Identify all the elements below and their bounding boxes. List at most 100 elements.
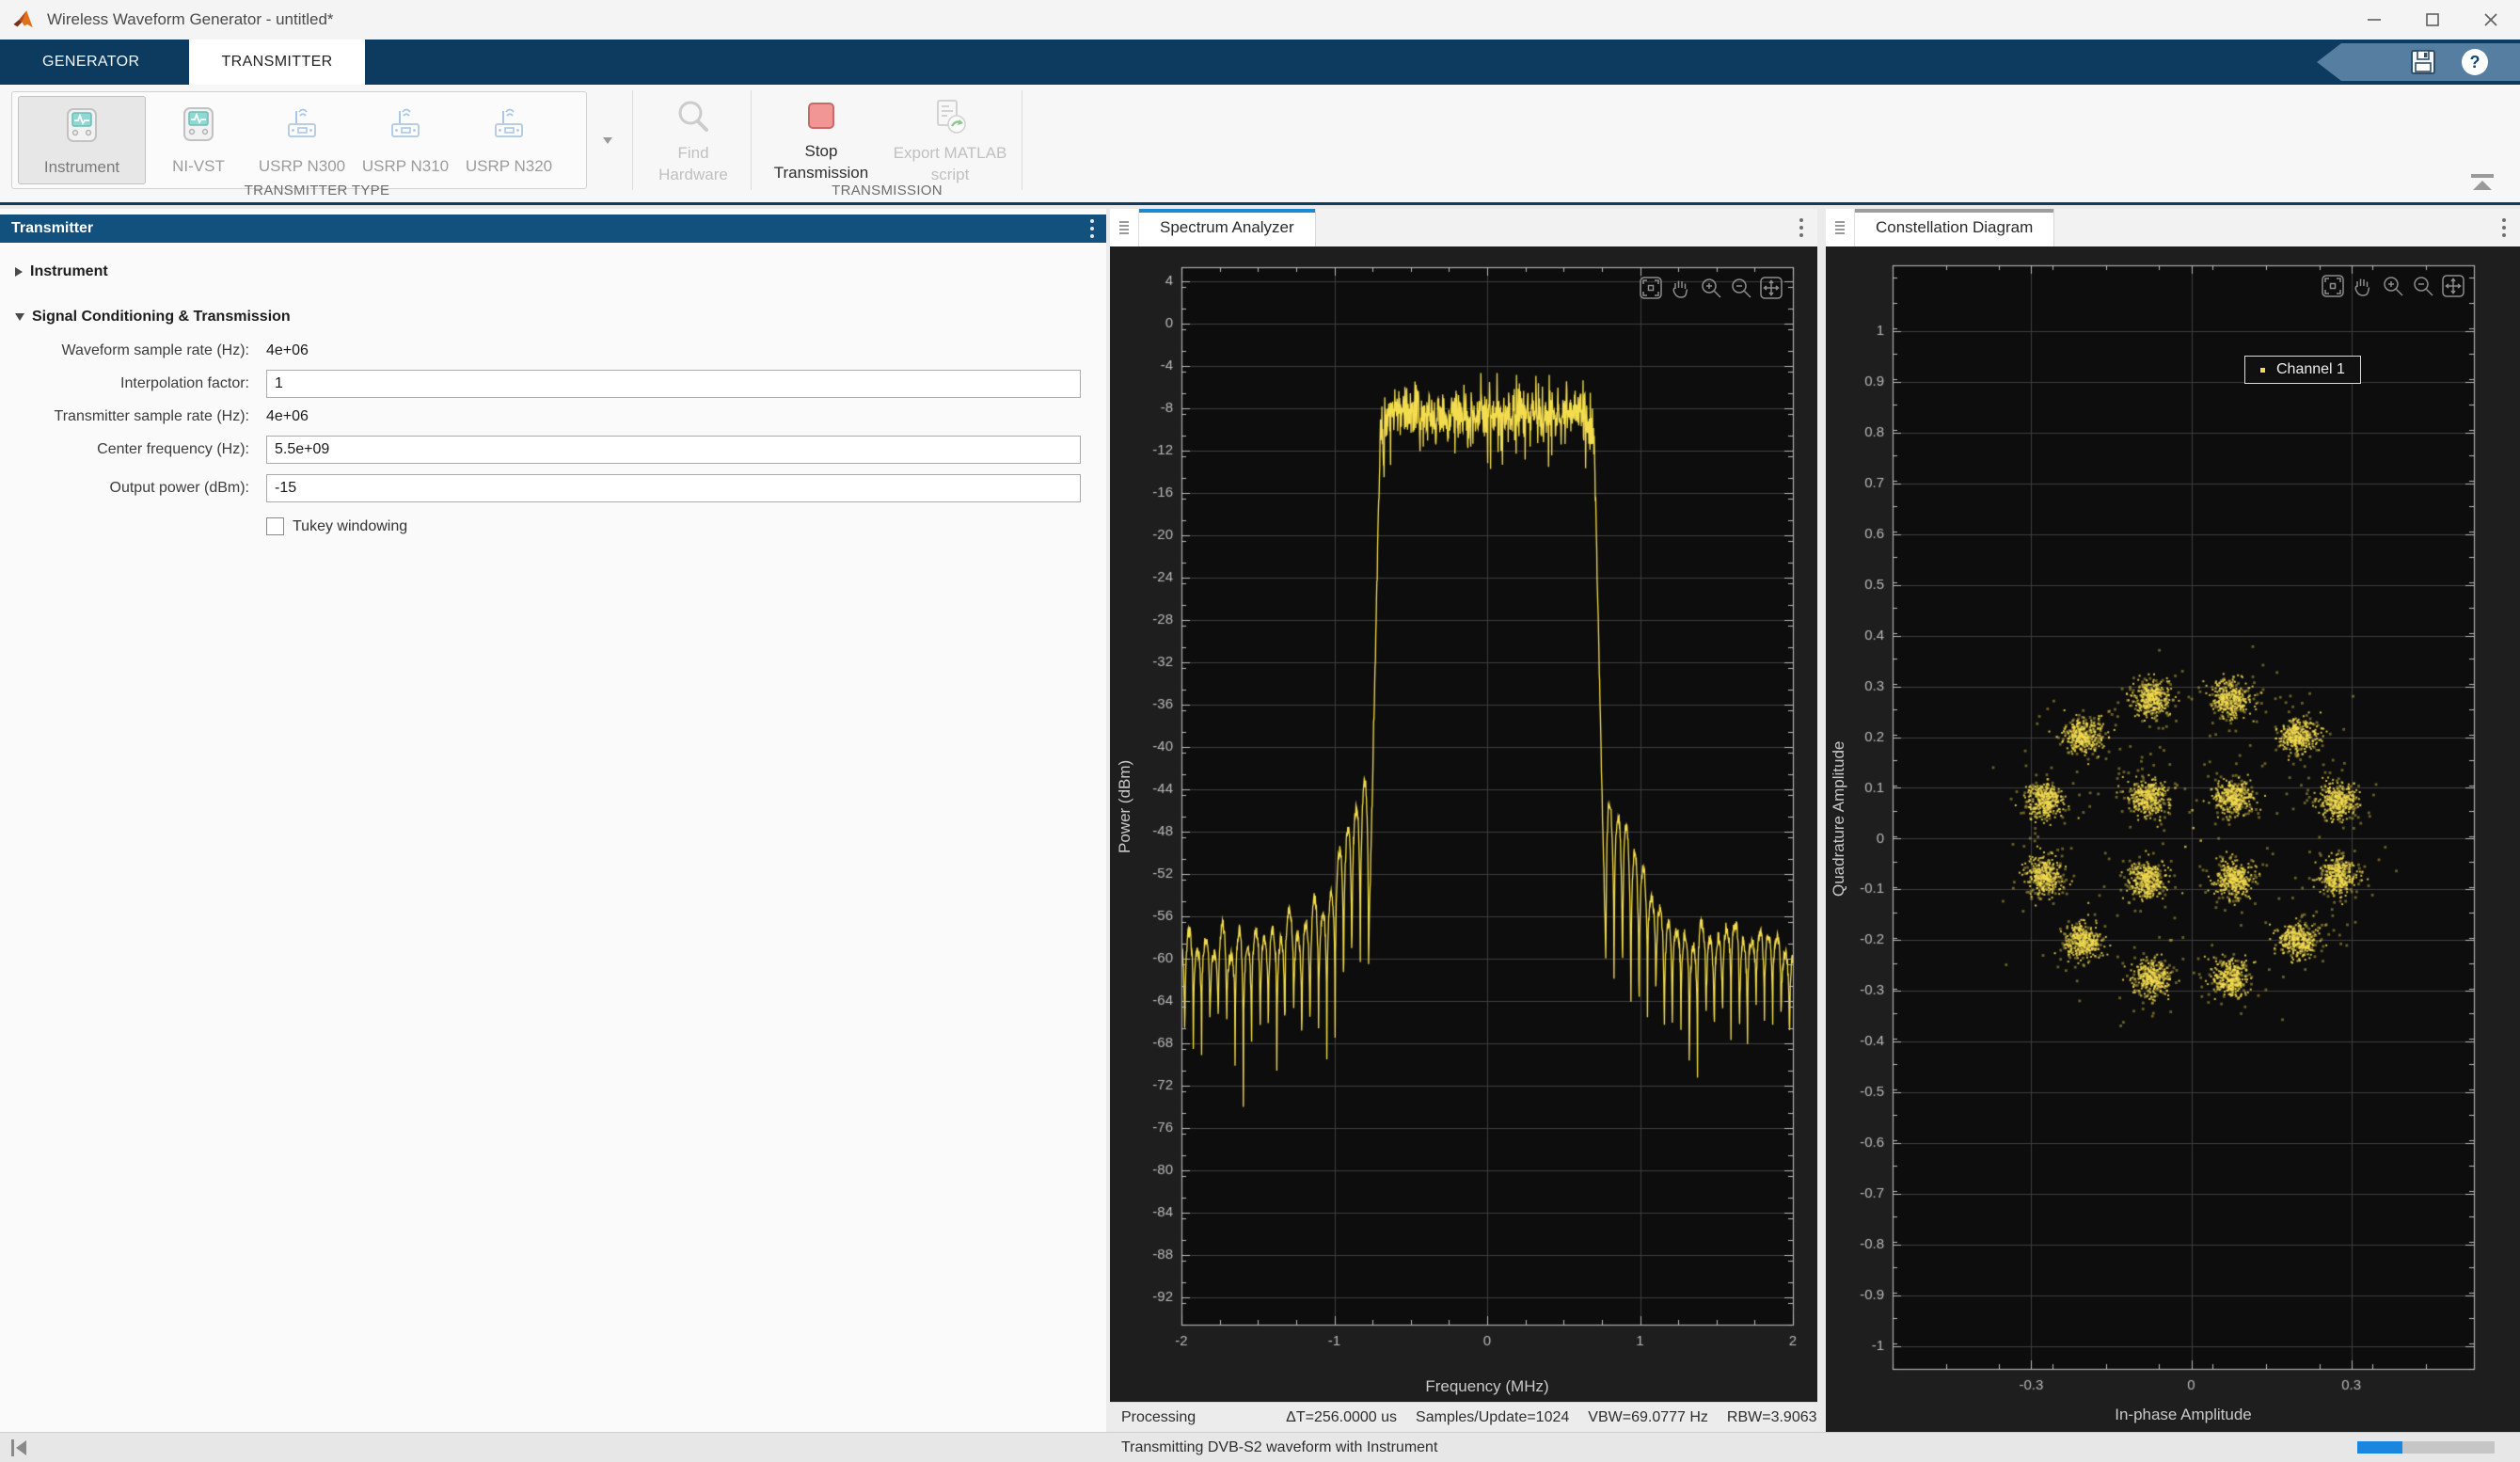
usrp-icon: [487, 103, 531, 151]
transmitter-type-usrp-n310[interactable]: USRP N310: [355, 96, 456, 184]
ribbon-tab-transmitter[interactable]: TRANSMITTER: [189, 40, 365, 85]
constellation-ylabel: Quadrature Amplitude: [1830, 740, 1847, 898]
app-window: Wireless Waveform Generator - untitled* …: [0, 0, 2520, 1462]
transmitter-type-label: NI-VST: [172, 157, 225, 175]
input-output-power-dbm[interactable]: [266, 474, 1081, 502]
panel-divider[interactable]: [1817, 209, 1826, 1433]
save-icon[interactable]: [2409, 48, 2437, 76]
kebab-menu-icon: [2502, 218, 2506, 237]
section-label: Instrument: [30, 263, 108, 279]
transmitter-type-ni-vst[interactable]: NI-VST: [148, 96, 249, 184]
spectrum-tab-label: Spectrum Analyzer: [1160, 218, 1294, 236]
legend-marker-channel1: [2260, 367, 2265, 373]
field-label: Waveform sample rate (Hz):: [61, 342, 249, 358]
ribbon-collapse-button[interactable]: [2465, 171, 2499, 194]
expand-axes-icon[interactable]: [2440, 273, 2465, 298]
matlab-logo-icon: [13, 10, 33, 28]
field-label: Transmitter sample rate (Hz):: [54, 408, 249, 424]
transmitter-type-label: USRP N310: [361, 157, 450, 175]
usrp-icon: [280, 103, 324, 151]
input-interpolation-factor[interactable]: [266, 370, 1081, 398]
kebab-menu-icon: [1799, 218, 1803, 237]
transmitter-type-instrument[interactable]: Instrument: [18, 96, 146, 184]
help-icon[interactable]: ?: [2462, 49, 2488, 75]
zoom-in-icon[interactable]: [2380, 273, 2405, 298]
main-content: Transmitter Instrument Signal Conditionin…: [0, 205, 2520, 1433]
ribbon-toolbar: Instrument NI-VST USRP N300 USRP N310 US…: [0, 85, 2520, 205]
search-icon: [678, 101, 708, 132]
window-title: Wireless Waveform Generator - untitled*: [47, 10, 334, 28]
constellation-xlabel: In-phase Amplitude: [2115, 1406, 2252, 1423]
maximize-button[interactable]: [2403, 0, 2462, 40]
titlebar: Wireless Waveform Generator - untitled*: [0, 0, 2520, 40]
close-button[interactable]: [2462, 0, 2520, 40]
chevron-down-icon: [15, 313, 24, 321]
vst-icon: [177, 103, 220, 151]
transmitter-panel: Transmitter Instrument Signal Conditionin…: [0, 209, 1106, 1433]
field-row-center-frequency-hz: Center frequency (Hz):: [0, 436, 1106, 464]
panel-drag-handle-icon[interactable]: [1826, 209, 1855, 246]
processing-metric: ΔT=256.0000 us: [1286, 1409, 1398, 1425]
export-matlab-script-button: Export MATLAB script: [890, 91, 1010, 189]
chevron-right-icon: [15, 267, 23, 277]
pan-hand-icon[interactable]: [2350, 273, 2375, 298]
tab-constellation-diagram[interactable]: Constellation Diagram: [1855, 209, 2055, 246]
progress-bar: [2357, 1441, 2495, 1454]
section-instrument[interactable]: Instrument: [0, 256, 1106, 288]
tab-spectrum-analyzer[interactable]: Spectrum Analyzer: [1139, 209, 1316, 246]
constellation-panel: Constellation Diagram Quadrature Amplitu…: [1826, 209, 2520, 1433]
transmitter-type-usrp-n320[interactable]: USRP N320: [458, 96, 560, 184]
minimize-button[interactable]: [2345, 0, 2403, 40]
constellation-plot[interactable]: Quadrature Amplitude In-phase Amplitude …: [1826, 246, 2520, 1433]
constellation-panel-menu[interactable]: [2488, 209, 2520, 246]
processing-state: Processing: [1121, 1409, 1197, 1425]
field-label: Interpolation factor:: [120, 375, 249, 391]
transmitter-type-group-label: TRANSMITTER TYPE: [244, 183, 390, 199]
legend-label-channel1: Channel 1: [2276, 361, 2345, 377]
pan-hand-icon[interactable]: [1668, 275, 1693, 300]
value-waveform-sample-rate-hz: 4e+06: [266, 342, 309, 358]
collapse-ribbon-icon: [2471, 174, 2494, 190]
expand-axes-icon[interactable]: [1758, 275, 1783, 300]
transmitter-type-label: Instrument: [43, 158, 120, 176]
ribbon-tabstrip: GENERATOR TRANSMITTER ?: [0, 40, 2520, 85]
zoom-in-icon[interactable]: [1698, 275, 1723, 300]
transmitter-type-usrp-n300[interactable]: USRP N300: [251, 96, 353, 184]
stop-icon: [808, 103, 834, 129]
ribbon-separator: [751, 90, 752, 190]
spectrum-panel-menu[interactable]: [1785, 209, 1817, 246]
spectrum-ylabel: Power (dBm): [1116, 759, 1133, 853]
field-row-transmitter-sample-rate-hz: Transmitter sample rate (Hz): 4e+06: [0, 408, 1106, 425]
processing-metric: RBW=3.9063: [1726, 1409, 1817, 1425]
panel-drag-handle-icon[interactable]: [1110, 209, 1139, 246]
input-center-frequency-hz[interactable]: [266, 436, 1081, 464]
tukey-windowing-checkbox-row: Tukey windowing: [266, 517, 1106, 535]
processing-metric: VBW=69.0777 Hz: [1588, 1409, 1708, 1425]
gallery-dropdown-button[interactable]: [593, 91, 623, 189]
zoom-out-icon[interactable]: [2410, 273, 2435, 298]
spectrum-xlabel: Frequency (MHz): [1425, 1377, 1549, 1395]
kebab-menu-icon[interactable]: [1089, 217, 1095, 240]
spectrum-plot[interactable]: Power (dBm) Frequency (MHz): [1110, 246, 1817, 1406]
export-script-icon: [937, 100, 966, 134]
find-hardware-label: Find Hardware: [658, 144, 728, 183]
quick-access-toolbar: ?: [2317, 43, 2520, 81]
collapse-left-icon[interactable]: [8, 1437, 32, 1459]
field-row-output-power-dbm: Output power (dBm):: [0, 474, 1106, 502]
tukey-windowing-label: Tukey windowing: [293, 517, 408, 534]
status-message: Transmitting DVB-S2 waveform with Instru…: [1121, 1438, 1438, 1455]
fit-to-view-icon[interactable]: [2320, 273, 2345, 298]
section-signal-conditioning-transmission[interactable]: Signal Conditioning & Transmission: [0, 301, 1106, 333]
field-row-waveform-sample-rate-hz: Waveform sample rate (Hz): 4e+06: [0, 342, 1106, 359]
zoom-out-icon[interactable]: [1728, 275, 1753, 300]
export-matlab-script-label: Export MATLAB script: [893, 144, 1007, 183]
spectrum-plot-toolbar: [1638, 275, 1783, 300]
stop-transmission-button[interactable]: Stop Transmission: [764, 91, 879, 189]
section-label: Signal Conditioning & Transmission: [32, 309, 291, 325]
ribbon-separator: [632, 90, 633, 190]
tukey-windowing-checkbox[interactable]: [266, 517, 284, 535]
fit-to-view-icon[interactable]: [1638, 275, 1663, 300]
ribbon-tab-generator[interactable]: GENERATOR: [17, 40, 165, 85]
transmission-group-label: TRANSMISSION: [832, 183, 943, 199]
spectrum-tabbar: Spectrum Analyzer: [1110, 209, 1817, 247]
